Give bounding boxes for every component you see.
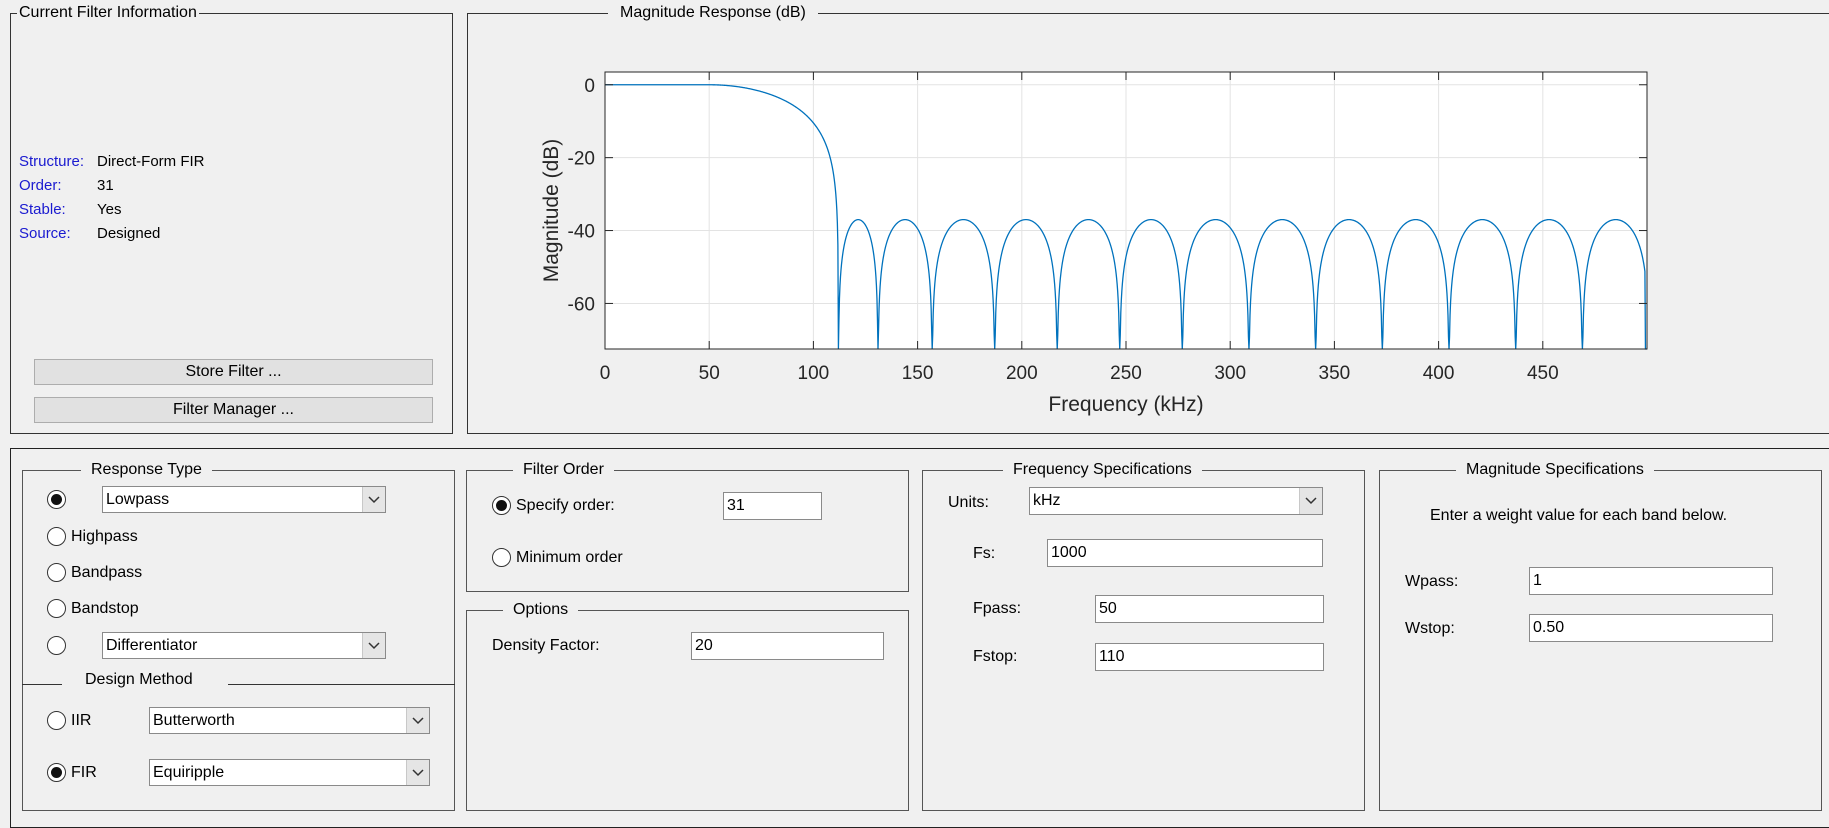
design-method-divider-left bbox=[22, 684, 62, 685]
stable-key: Stable: bbox=[19, 201, 66, 218]
lowpass-dropdown-value: Lowpass bbox=[106, 491, 170, 508]
units-label: Units: bbox=[948, 494, 989, 511]
specify-order-input[interactable]: 31 bbox=[723, 492, 822, 520]
bandstop-label[interactable]: Bandstop bbox=[71, 600, 139, 618]
fs-label: Fs: bbox=[973, 545, 996, 562]
x-axis-label: Frequency (kHz) bbox=[1048, 393, 1203, 416]
units-dropdown[interactable]: kHz bbox=[1029, 487, 1323, 515]
weight-instruction: Enter a weight value for each band below… bbox=[1430, 507, 1728, 524]
wstop-label: Wstop: bbox=[1405, 620, 1455, 637]
x-tick-label: 0 bbox=[600, 363, 611, 384]
frequency-specs-title: Frequency Specifications bbox=[1013, 461, 1192, 478]
y-axis-label: Magnitude (dB) bbox=[540, 139, 563, 283]
minimum-order-label[interactable]: Minimum order bbox=[516, 549, 623, 567]
differentiator-radio[interactable] bbox=[47, 636, 66, 655]
options-title: Options bbox=[513, 601, 569, 618]
order-key: Order: bbox=[19, 177, 62, 194]
density-factor-input[interactable]: 20 bbox=[691, 632, 884, 660]
stable-value: Yes bbox=[97, 201, 122, 218]
fir-method-dropdown[interactable]: Equiripple bbox=[149, 759, 430, 786]
structure-key: Structure: bbox=[19, 153, 85, 170]
density-factor-label: Density Factor: bbox=[492, 637, 600, 654]
differentiator-dropdown[interactable]: Differentiator bbox=[102, 632, 386, 659]
iir-label[interactable]: IIR bbox=[71, 712, 91, 730]
y-tick-label: -40 bbox=[568, 222, 595, 243]
x-tick-label: 200 bbox=[1006, 363, 1038, 384]
source-value: Designed bbox=[97, 225, 161, 242]
highpass-radio[interactable] bbox=[47, 527, 66, 546]
store-filter-button[interactable]: Store Filter ... bbox=[34, 359, 433, 385]
chart-grid bbox=[604, 72, 1647, 349]
response-type-title: Response Type bbox=[91, 461, 202, 478]
lowpass-dropdown[interactable]: Lowpass bbox=[102, 486, 386, 513]
chevron-down-icon[interactable] bbox=[362, 487, 385, 512]
x-tick-label: 300 bbox=[1214, 363, 1246, 384]
x-tick-label: 400 bbox=[1423, 363, 1455, 384]
bandpass-label[interactable]: Bandpass bbox=[71, 564, 142, 582]
fir-radio[interactable] bbox=[47, 763, 66, 782]
filter-order-group: Filter Order bbox=[466, 461, 909, 592]
fs-input[interactable]: 1000 bbox=[1047, 539, 1323, 567]
magnitude-response-chart: 0 50 100 150 200 250 300 350 400 450 0 -20 -40 -60 Fr… bbox=[540, 71, 1648, 416]
bandpass-radio[interactable] bbox=[47, 563, 66, 582]
filter-manager-button[interactable]: Filter Manager ... bbox=[34, 397, 433, 423]
wpass-label: Wpass: bbox=[1405, 573, 1459, 590]
source-key: Source: bbox=[19, 225, 71, 242]
wstop-input[interactable]: 0.50 bbox=[1529, 614, 1773, 642]
x-tick-label: 250 bbox=[1110, 363, 1142, 384]
fir-label[interactable]: FIR bbox=[71, 764, 97, 782]
filter-order-title: Filter Order bbox=[523, 461, 604, 478]
minimum-order-radio[interactable] bbox=[492, 548, 511, 567]
iir-radio[interactable] bbox=[47, 711, 66, 730]
magnitude-response-title: Magnitude Response (dB) bbox=[620, 4, 806, 21]
fstop-label: Fstop: bbox=[973, 648, 1018, 665]
chevron-down-icon[interactable] bbox=[406, 708, 429, 733]
fpass-label: Fpass: bbox=[973, 600, 1022, 617]
structure-value: Direct-Form FIR bbox=[97, 153, 205, 170]
y-tick-label: 0 bbox=[584, 76, 595, 97]
iir-method-dropdown[interactable]: Butterworth bbox=[149, 707, 430, 734]
x-tick-label: 350 bbox=[1319, 363, 1351, 384]
current-filter-info-title: Current Filter Information bbox=[19, 4, 197, 21]
fir-method-value: Equiripple bbox=[153, 764, 225, 781]
units-dropdown-value: kHz bbox=[1033, 492, 1061, 509]
fpass-input[interactable]: 50 bbox=[1095, 595, 1324, 623]
x-tick-label: 50 bbox=[699, 363, 720, 384]
bandstop-radio[interactable] bbox=[47, 599, 66, 618]
order-value: 31 bbox=[97, 177, 114, 194]
highpass-label[interactable]: Highpass bbox=[71, 528, 138, 546]
chevron-down-icon[interactable] bbox=[362, 633, 385, 658]
fstop-input[interactable]: 110 bbox=[1095, 643, 1324, 671]
design-method-divider-right bbox=[228, 684, 455, 685]
x-tick-label: 450 bbox=[1527, 363, 1559, 384]
chevron-down-icon[interactable] bbox=[1299, 488, 1322, 514]
differentiator-dropdown-value: Differentiator bbox=[106, 637, 198, 654]
y-tick-label: -20 bbox=[568, 149, 595, 170]
specify-order-radio[interactable] bbox=[492, 496, 511, 515]
iir-method-value: Butterworth bbox=[153, 712, 235, 729]
specify-order-label[interactable]: Specify order: bbox=[516, 497, 615, 515]
chevron-down-icon[interactable] bbox=[406, 760, 429, 785]
y-tick-label: -60 bbox=[568, 294, 595, 315]
magnitude-specs-title: Magnitude Specifications bbox=[1466, 461, 1644, 478]
lowpass-radio[interactable] bbox=[47, 490, 66, 509]
x-tick-label: 100 bbox=[798, 363, 830, 384]
wpass-input[interactable]: 1 bbox=[1529, 567, 1773, 595]
design-method-title: Design Method bbox=[85, 671, 193, 688]
x-tick-label: 150 bbox=[902, 363, 934, 384]
